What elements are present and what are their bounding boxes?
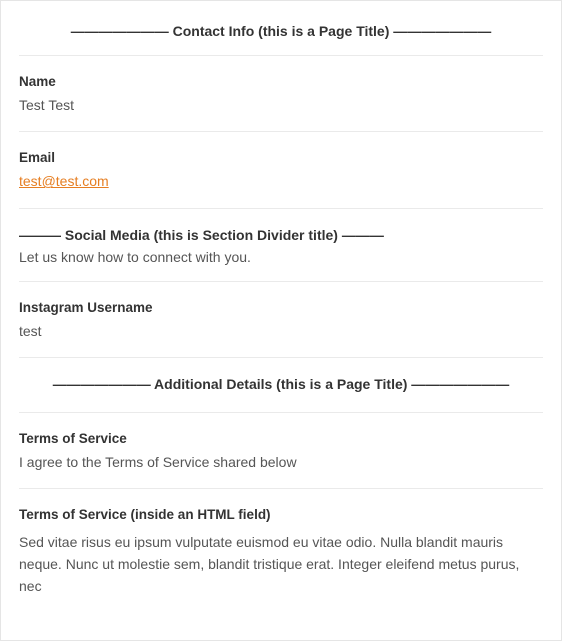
tos-html-body: Sed vitae risus eu ipsum vulputate euism… [19, 532, 543, 597]
name-label: Name [19, 74, 543, 89]
tos-value: I agree to the Terms of Service shared b… [19, 452, 543, 472]
page-title-additional-details: ——————— Additional Details (this is a Pa… [19, 358, 543, 402]
email-link[interactable]: test@test.com [19, 173, 109, 189]
email-label: Email [19, 150, 543, 165]
instagram-label: Instagram Username [19, 300, 543, 315]
field-email: Email test@test.com [19, 131, 543, 207]
field-tos-html: Terms of Service (inside an HTML field) … [19, 488, 543, 613]
social-divider-desc: Let us know how to connect with you. [19, 249, 543, 265]
instagram-value: test [19, 321, 543, 341]
section-divider-social: ——— Social Media (this is Section Divide… [19, 208, 543, 281]
field-name: Name Test Test [19, 55, 543, 131]
field-tos: Terms of Service I agree to the Terms of… [19, 412, 543, 488]
field-instagram: Instagram Username test [19, 281, 543, 357]
tos-label: Terms of Service [19, 431, 543, 446]
page-title-contact-info: ——————— Contact Info (this is a Page Tit… [19, 1, 543, 55]
social-divider-title: ——— Social Media (this is Section Divide… [19, 227, 543, 243]
name-value: Test Test [19, 95, 543, 115]
tos-html-label: Terms of Service (inside an HTML field) [19, 507, 543, 522]
page-title-additional-details-wrapper: ——————— Additional Details (this is a Pa… [19, 357, 543, 412]
